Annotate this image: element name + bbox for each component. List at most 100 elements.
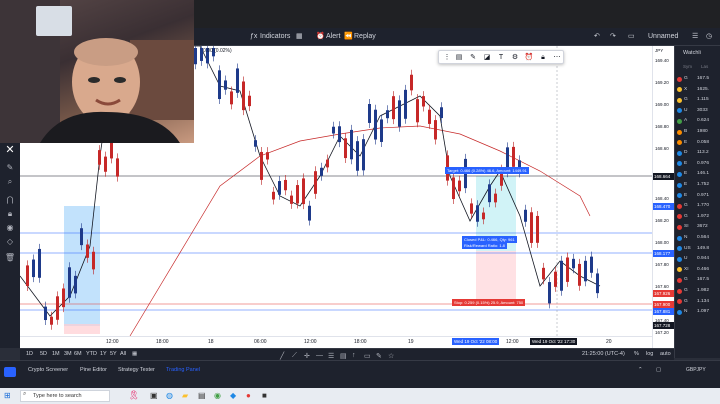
settings-icon[interactable]: ⚙ bbox=[509, 52, 521, 63]
range-6m[interactable]: 6M bbox=[74, 351, 82, 357]
list-icon[interactable]: ☰ bbox=[692, 31, 698, 43]
layout-icon[interactable]: ▦ bbox=[296, 31, 303, 43]
watchlist-row[interactable]: G 1.134 bbox=[675, 297, 720, 307]
range-1d[interactable]: 1D bbox=[26, 351, 33, 357]
layout-select-icon[interactable]: ▭ bbox=[628, 31, 635, 43]
pen-icon[interactable]: ✎ bbox=[4, 163, 16, 173]
app3-icon[interactable]: ■ bbox=[262, 391, 267, 400]
watchlist-row[interactable]: G 1.115 bbox=[675, 95, 720, 105]
store-icon[interactable]: ▤ bbox=[198, 391, 206, 400]
watchlist-row[interactable]: E 0.976 bbox=[675, 159, 720, 169]
undo-icon[interactable]: ↶ bbox=[594, 31, 600, 43]
indicators-button[interactable]: Indicators bbox=[260, 31, 290, 43]
watchlist-row[interactable]: E 0.971 bbox=[675, 191, 720, 201]
brush-icon[interactable]: ✎ bbox=[376, 352, 382, 360]
task-view-icon[interactable]: ▣ bbox=[150, 391, 158, 400]
ribbon-icon[interactable]: 🎗︎ bbox=[128, 390, 139, 401]
range-1y[interactable]: 1Y bbox=[100, 351, 107, 357]
watchlist-row[interactable]: SI 3672 bbox=[675, 222, 720, 232]
watchlist-row[interactable]: XI 0.466 bbox=[675, 265, 720, 275]
star-icon[interactable]: ☆ bbox=[388, 352, 394, 360]
watchlist-row[interactable]: E 1.752 bbox=[675, 180, 720, 190]
watchlist-row[interactable]: E 0.058 bbox=[675, 138, 720, 148]
alert-icon[interactable]: ⏰ bbox=[316, 31, 325, 43]
watchlist-row[interactable]: B 1980 bbox=[675, 127, 720, 137]
alert-add-icon[interactable]: ⏰ bbox=[523, 52, 535, 63]
drag-handle-icon[interactable]: ⋮ bbox=[441, 52, 453, 63]
trash-icon[interactable]: 🗑︎ bbox=[4, 253, 16, 263]
fib-icon[interactable]: ☰ bbox=[328, 352, 334, 360]
app2-icon[interactable]: ● bbox=[246, 391, 251, 400]
panel-toggle-icon[interactable] bbox=[4, 367, 16, 377]
tab-strategy-tester[interactable]: Strategy Tester bbox=[118, 367, 155, 373]
range-ytd[interactable]: YTD bbox=[86, 351, 97, 357]
magnifier-icon[interactable]: ⌕ bbox=[4, 177, 16, 187]
tab-crypto-screener[interactable]: Crypto Screener bbox=[28, 367, 68, 373]
watchlist-row[interactable]: G 1.972 bbox=[675, 212, 720, 222]
lock-icon[interactable]: 🔒︎ bbox=[537, 52, 549, 63]
more-icon[interactable]: ⋯ bbox=[551, 52, 563, 63]
clock-icon[interactable]: ◷ bbox=[706, 31, 712, 43]
watchlist-row[interactable]: X 1625. bbox=[675, 85, 720, 95]
app-icon[interactable]: ◆ bbox=[230, 391, 236, 400]
alert-button[interactable]: Alert bbox=[326, 31, 340, 43]
watchlist-row[interactable]: G 1.982 bbox=[675, 286, 720, 296]
time-axis[interactable]: 12:00 18:00 18 06:00 12:00 18:00 19 12:0… bbox=[20, 336, 652, 348]
clock-readout[interactable]: 21:25:00 (UTC-4) bbox=[582, 351, 625, 357]
watchlist-row[interactable]: US 149.8 bbox=[675, 244, 720, 254]
magnet-icon[interactable]: ⋂ bbox=[4, 195, 16, 205]
auto-toggle[interactable]: auto bbox=[660, 351, 671, 357]
crosshair-icon[interactable]: ✛ bbox=[304, 352, 310, 360]
watchlist-row[interactable]: G 167.5 bbox=[675, 74, 720, 84]
channel-icon[interactable]: ▤ bbox=[340, 352, 347, 360]
price-tag: 167.881 bbox=[653, 308, 675, 315]
hline-icon[interactable]: — bbox=[316, 352, 323, 359]
text-color-icon[interactable]: T bbox=[495, 52, 507, 63]
close-icon[interactable]: ✕ bbox=[4, 145, 16, 156]
collapse-panel-icon[interactable]: ⌃ bbox=[638, 367, 643, 373]
range-5d[interactable]: 5D bbox=[40, 351, 47, 357]
eye-icon[interactable]: ◉ bbox=[4, 223, 16, 233]
fill-color-icon[interactable]: ◪ bbox=[481, 52, 493, 63]
ray-icon[interactable]: ⟋ bbox=[292, 352, 297, 360]
chrome-icon[interactable]: ◉ bbox=[214, 391, 221, 400]
watchlist-row[interactable]: D 113.2 bbox=[675, 148, 720, 158]
taskbar-search-input[interactable]: Type here to search bbox=[20, 390, 110, 402]
watchlist-row[interactable]: N 1.097 bbox=[675, 307, 720, 317]
watchlist-row[interactable]: N 0.564 bbox=[675, 233, 720, 243]
price-axis[interactable]: JPY 169.40 169.20 169.00 168.80 168.60 1… bbox=[652, 46, 675, 348]
watchlist-row[interactable]: G 1.770 bbox=[675, 201, 720, 211]
windows-start-icon[interactable]: ⊞ bbox=[4, 391, 11, 400]
folder-icon[interactable]: ▰ bbox=[182, 391, 188, 400]
watchlist-title[interactable]: Watchli bbox=[683, 50, 701, 56]
layout-name[interactable]: Unnamed bbox=[648, 31, 678, 43]
replay-icon[interactable]: ⏪ bbox=[344, 31, 353, 43]
log-toggle[interactable]: log bbox=[646, 351, 653, 357]
watchlist-row[interactable]: G 167.5 bbox=[675, 275, 720, 285]
layers-icon[interactable]: ◇ bbox=[4, 237, 16, 247]
indicators-icon[interactable]: ƒx bbox=[250, 31, 257, 43]
range-5y[interactable]: 5Y bbox=[110, 351, 117, 357]
watchlist-row[interactable]: U 3033 bbox=[675, 106, 720, 116]
maximize-panel-icon[interactable]: ▢ bbox=[656, 367, 661, 373]
range-all[interactable]: All bbox=[120, 351, 126, 357]
watchlist-footer-symbol[interactable]: GBPJPY bbox=[686, 367, 706, 373]
redo-icon[interactable]: ↷ bbox=[610, 31, 616, 43]
range-3m[interactable]: 3M bbox=[64, 351, 72, 357]
percent-toggle[interactable]: % bbox=[634, 351, 639, 357]
edge-icon[interactable]: ◍ bbox=[166, 391, 173, 400]
tab-trading-panel[interactable]: Trading Panel bbox=[166, 367, 200, 373]
tab-pine-editor[interactable]: Pine Editor bbox=[80, 367, 107, 373]
replay-button[interactable]: Replay bbox=[354, 31, 376, 43]
watchlist-row[interactable]: U 0.944 bbox=[675, 254, 720, 264]
ruler-icon[interactable]: ▭ bbox=[364, 352, 371, 360]
calendar-icon[interactable]: ▦ bbox=[132, 351, 137, 357]
line-color-icon[interactable]: ✎ bbox=[467, 52, 479, 63]
template-icon[interactable]: ▤ bbox=[453, 52, 465, 63]
range-1m[interactable]: 1M bbox=[52, 351, 60, 357]
arrow-up-icon[interactable]: ↑ bbox=[352, 352, 356, 359]
lock-icon[interactable]: 🔒︎ bbox=[4, 209, 16, 219]
watchlist-row[interactable]: A 0.624 bbox=[675, 116, 720, 126]
trendline-icon[interactable]: ╱ bbox=[280, 352, 284, 360]
watchlist-row[interactable]: E 146.1 bbox=[675, 169, 720, 179]
